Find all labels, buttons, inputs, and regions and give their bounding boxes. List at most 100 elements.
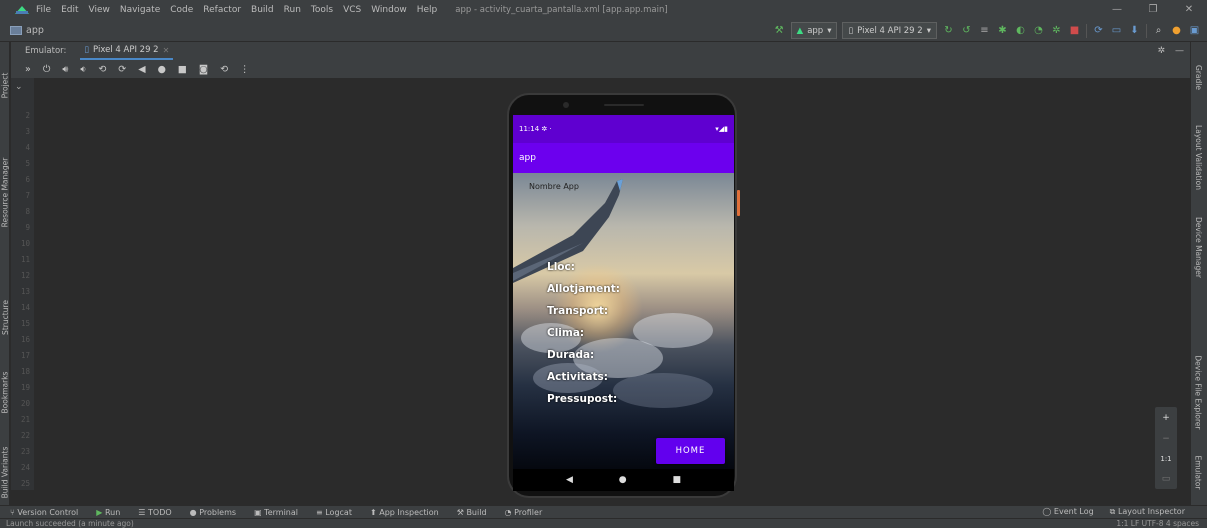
debug-icon[interactable]: ✱ xyxy=(996,24,1009,37)
android-icon: ▲ xyxy=(796,25,804,36)
tool-run[interactable]: ▶ Run xyxy=(96,508,120,517)
device-manager-icon[interactable]: ▭ xyxy=(1110,24,1123,37)
avatar[interactable]: ▣ xyxy=(1188,24,1201,37)
status-bar: Launch succeeded (a minute ago) 1:1 LF U… xyxy=(0,518,1207,528)
fit-screen-icon[interactable]: ▭ xyxy=(1162,474,1171,484)
field-activitats: Activitats: xyxy=(547,371,608,383)
back-icon[interactable]: ◀ xyxy=(138,64,145,75)
tab-layout-validation[interactable]: Layout Validation xyxy=(1190,112,1207,202)
event-log-icon: ◯ xyxy=(1042,507,1052,516)
more-icon[interactable]: ⋮ xyxy=(240,64,250,75)
menu-code[interactable]: Code xyxy=(170,5,193,15)
menu-navigate[interactable]: Navigate xyxy=(120,5,160,15)
expand-icon[interactable]: » xyxy=(25,64,31,75)
menu-file[interactable]: File xyxy=(36,5,51,15)
menu-view[interactable]: View xyxy=(89,5,110,15)
home-icon[interactable]: ● xyxy=(158,64,166,75)
fold-chevron-icon[interactable]: ⌄ xyxy=(15,82,23,92)
snapshot-icon[interactable]: ⟲ xyxy=(220,64,228,75)
menu-tools[interactable]: Tools xyxy=(311,5,333,15)
device-dropdown[interactable]: ▯ Pixel 4 API 29 2 ▾ xyxy=(842,22,937,39)
apply-changes-icon[interactable]: ↻ xyxy=(942,24,955,37)
menu-edit[interactable]: Edit xyxy=(61,5,78,15)
tab-build-variants[interactable]: Build Variants xyxy=(0,437,10,507)
tab-device[interactable]: ▯ Pixel 4 API 29 2 ✕ xyxy=(80,42,174,60)
tab-emulator[interactable]: Emulator xyxy=(1190,447,1207,497)
power-icon[interactable]: ⏻ xyxy=(43,64,51,75)
line-number: 19 xyxy=(20,383,30,392)
zoom-out-button[interactable]: − xyxy=(1162,434,1170,444)
profile-icon[interactable]: ◔ xyxy=(1032,24,1045,37)
dot-icon: · xyxy=(549,125,552,133)
tool-event-log[interactable]: ◯ Event Log xyxy=(1042,507,1093,517)
stop-icon[interactable]: ■ xyxy=(1068,24,1081,37)
menu-run[interactable]: Run xyxy=(284,5,301,15)
zoom-actual-button[interactable]: 1:1 xyxy=(1160,455,1171,463)
apply-code-changes-icon[interactable]: ↺ xyxy=(960,24,973,37)
hammer-icon[interactable]: ⚒ xyxy=(773,24,786,37)
home-icon[interactable]: ● xyxy=(619,475,627,485)
line-number: 17 xyxy=(20,351,30,360)
field-durada: Durada: xyxy=(547,349,595,361)
menu-window[interactable]: Window xyxy=(371,5,407,15)
menu-refactor[interactable]: Refactor xyxy=(203,5,241,15)
zoom-in-button[interactable]: + xyxy=(1162,413,1170,423)
tab-device-file-explorer[interactable]: Device File Explorer xyxy=(1190,342,1207,442)
home-button[interactable]: HOME xyxy=(656,438,725,464)
volume-down-icon[interactable]: 🔉︎ xyxy=(80,64,86,75)
window-title: app - activity_cuarta_pantalla.xml [app.… xyxy=(455,4,668,15)
tab-project[interactable]: Project xyxy=(0,60,10,110)
tool-build[interactable]: ⚒ Build xyxy=(457,508,487,517)
rotate-left-icon[interactable]: ⟲ xyxy=(98,64,106,75)
back-icon[interactable]: ◀ xyxy=(566,475,573,485)
tool-problems[interactable]: ● Problems xyxy=(190,508,236,517)
attach-debugger-icon[interactable]: ✲ xyxy=(1050,24,1063,37)
tab-gradle[interactable]: Gradle xyxy=(1190,52,1207,102)
close-button[interactable]: ✕ xyxy=(1171,0,1207,19)
sdk-manager-icon[interactable]: ⬇ xyxy=(1128,24,1141,37)
overview-icon[interactable]: ■ xyxy=(673,475,682,485)
camera-icon[interactable]: ◙ xyxy=(199,64,208,75)
rotate-right-icon[interactable]: ⟳ xyxy=(118,64,126,75)
minimize-button[interactable]: — xyxy=(1099,0,1135,19)
vcs-icon: ⑂ xyxy=(10,507,15,517)
power-button[interactable] xyxy=(737,190,740,216)
maximize-button[interactable]: ❐ xyxy=(1135,0,1171,19)
tab-structure[interactable]: Structure xyxy=(0,287,10,347)
hide-icon[interactable]: — xyxy=(1175,46,1184,56)
close-icon[interactable]: ✕ xyxy=(163,46,170,55)
field-allotjament: Allotjament: xyxy=(547,283,620,295)
tool-todo[interactable]: ☰ TODO xyxy=(138,508,171,517)
window-controls: — ❐ ✕ xyxy=(1099,0,1207,19)
line-number: 20 xyxy=(20,399,30,408)
gear-icon[interactable]: ✲ xyxy=(1157,46,1165,56)
run-tests-icon[interactable]: ≡ xyxy=(978,24,991,37)
tab-device-manager[interactable]: Device Manager xyxy=(1190,207,1207,287)
menu-build[interactable]: Build xyxy=(251,5,274,15)
menu-vcs[interactable]: VCS xyxy=(343,5,361,15)
tab-resource-manager[interactable]: Resource Manager xyxy=(0,142,10,242)
search-icon[interactable]: ⌕ xyxy=(1152,24,1165,37)
line-number: 16 xyxy=(20,335,30,344)
coverage-icon[interactable]: ◐ xyxy=(1014,24,1027,37)
tool-layout-inspector[interactable]: ⧉ Layout Inspector xyxy=(1110,507,1185,517)
tool-terminal[interactable]: ▣ Terminal xyxy=(254,508,298,517)
volume-up-icon[interactable]: 🔊︎ xyxy=(62,64,68,75)
phone-screen[interactable]: 11:14 ✲ · ▾◢▮ app Nombre App Lloc: Allot… xyxy=(513,115,734,491)
tool-version-control[interactable]: ⑂ Version Control xyxy=(10,508,78,517)
overview-icon[interactable]: ■ xyxy=(178,64,187,75)
tool-logcat[interactable]: ≡ Logcat xyxy=(316,508,352,517)
tool-profiler[interactable]: ◔ Profiler xyxy=(505,508,543,517)
status-time-group: 11:14 ✲ · xyxy=(519,125,552,133)
project-breadcrumb[interactable]: app xyxy=(10,25,44,36)
status-right-info: 1:1 LF UTF-8 4 spaces xyxy=(1116,519,1199,528)
menu-help[interactable]: Help xyxy=(417,5,438,15)
update-icon[interactable]: ● xyxy=(1170,24,1183,37)
gradle-sync-icon[interactable]: ⟳ xyxy=(1092,24,1105,37)
run-icon: ▶ xyxy=(96,507,103,517)
run-config-dropdown[interactable]: ▲ app ▾ xyxy=(790,22,838,39)
inspection-icon: ⬆ xyxy=(369,507,377,517)
tool-app-inspection[interactable]: ⬆ App Inspection xyxy=(370,508,439,517)
tab-bookmarks[interactable]: Bookmarks xyxy=(0,362,10,422)
line-number: 9 xyxy=(25,223,30,232)
